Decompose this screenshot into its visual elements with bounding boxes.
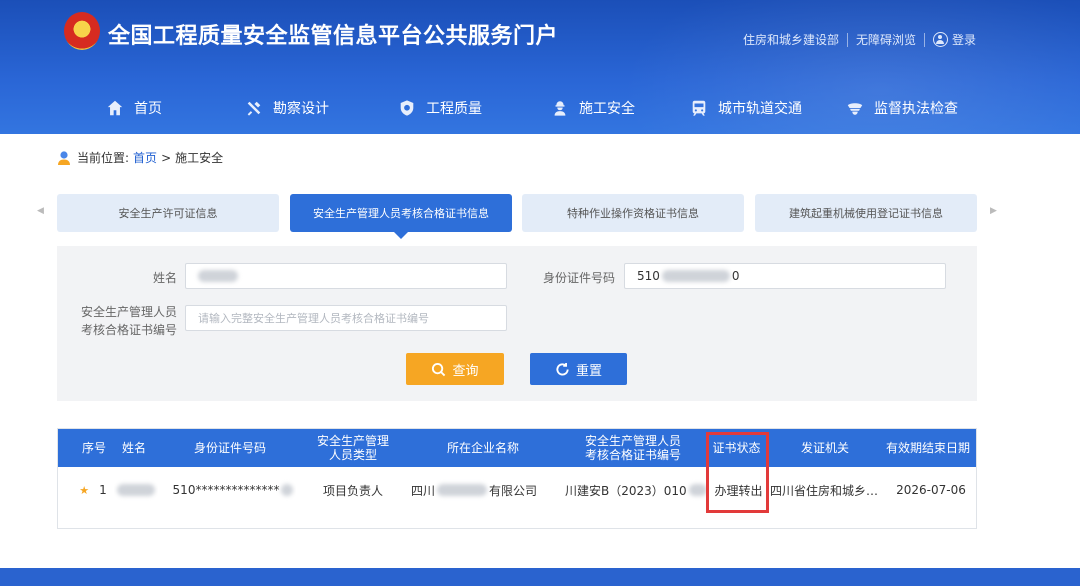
search-panel: 姓名 身份证件号码 510 0 安全生产管理人员 考核合格证书编号 请输入完整安… xyxy=(57,246,977,401)
location-user-icon xyxy=(58,150,70,165)
site-title[interactable]: 全国工程质量安全监管信息平台公共服务门户 xyxy=(108,18,558,50)
row-cert-number-cell: 川建安B（2023）010 xyxy=(563,467,708,513)
col-name: 姓名 xyxy=(121,441,146,455)
row-index-cell: ★ 1 xyxy=(79,483,107,497)
row-name-cell xyxy=(114,467,158,513)
redacted-id xyxy=(661,270,730,282)
results-table: 序号 姓名 身份证件号码 安全生产管理 人员类型 所在企业名称 安全生产管理人员… xyxy=(57,428,977,529)
tab-prev-arrow-icon[interactable]: ◀ xyxy=(37,206,44,216)
nav-label: 首页 xyxy=(134,101,162,117)
main-nav: 首页 勘察设计 工程质量 施工安全 城市轨道交通 监督执法检查 xyxy=(0,92,1080,126)
col-cert-number: 安全生产管理人员 考核合格证书编号 xyxy=(584,434,681,462)
col-index: 序号 xyxy=(81,441,106,455)
tab-next-arrow-icon[interactable]: ▶ xyxy=(990,206,997,216)
site-header: ★ 全国工程质量安全监管信息平台公共服务门户 住房和城乡建设部 无障碍浏览 登录… xyxy=(0,0,1080,134)
col-company: 所在企业名称 xyxy=(446,441,519,455)
col-issuer: 发证机关 xyxy=(800,441,849,455)
reset-button[interactable]: 重置 xyxy=(530,353,627,385)
redacted-name xyxy=(117,484,155,496)
breadcrumb-home-link[interactable]: 首页 xyxy=(133,149,157,166)
top-links: 住房和城乡建设部 无障碍浏览 登录 xyxy=(743,31,976,48)
divider xyxy=(846,32,848,47)
cert-number-placeholder: 请输入完整安全生产管理人员考核合格证书编号 xyxy=(198,312,429,325)
row-expiry-cell: 2026-07-06 xyxy=(896,483,966,497)
breadcrumb-current: 施工安全 xyxy=(175,151,224,165)
refresh-icon xyxy=(556,362,569,375)
worker-icon xyxy=(554,101,566,116)
tab-crane-registration-cert[interactable]: 建筑起重机械使用登记证书信息 xyxy=(755,194,977,232)
accessibility-link[interactable]: 无障碍浏览 xyxy=(856,31,916,48)
search-icon xyxy=(432,362,446,376)
redacted-name xyxy=(198,270,238,282)
id-number-prefix: 510 xyxy=(637,269,660,283)
shield-icon xyxy=(400,100,414,116)
user-icon xyxy=(932,32,948,47)
id-number-suffix: 0 xyxy=(731,269,740,283)
footer-bar xyxy=(0,568,1080,586)
nav-label: 勘察设计 xyxy=(273,101,329,117)
nav-item-construction-safety[interactable]: 施工安全 xyxy=(551,98,635,118)
redacted-cert xyxy=(688,484,707,496)
login-button[interactable]: 登录 xyxy=(932,31,976,48)
nav-label: 工程质量 xyxy=(426,101,482,117)
nav-label: 监督执法检查 xyxy=(874,101,958,117)
tab-safety-license[interactable]: 安全生产许可证信息 xyxy=(57,194,279,232)
nav-item-survey-design[interactable]: 勘察设计 xyxy=(245,98,329,118)
nav-item-home[interactable]: 首页 xyxy=(106,98,162,118)
nav-item-inspection[interactable]: 监督执法检查 xyxy=(846,98,958,118)
nav-label: 城市轨道交通 xyxy=(718,101,802,117)
police-cap-icon xyxy=(847,103,863,115)
table-header: 序号 姓名 身份证件号码 安全生产管理 人员类型 所在企业名称 安全生产管理人员… xyxy=(58,429,976,467)
breadcrumb: 当前位置: 首页 > 施工安全 xyxy=(57,149,223,166)
train-icon xyxy=(692,100,706,116)
row-company-cell: 四川 有限公司 xyxy=(410,483,538,498)
tab-special-operation-cert[interactable]: 特种作业操作资格证书信息 xyxy=(522,194,744,232)
col-expiry: 有效期结束日期 xyxy=(885,441,970,455)
cert-number-label: 安全生产管理人员 考核合格证书编号 xyxy=(80,305,177,337)
row-person-type-cell: 项目负责人 xyxy=(322,483,383,498)
national-emblem-icon: ★ xyxy=(64,12,100,50)
row-id-cell: 510************** xyxy=(170,467,296,513)
query-button[interactable]: 查询 xyxy=(406,353,504,385)
redacted-company xyxy=(437,484,487,496)
name-label: 姓名 xyxy=(152,271,177,285)
divider xyxy=(923,32,925,47)
status-highlight-box xyxy=(706,432,769,513)
breadcrumb-prefix: 当前位置: xyxy=(77,151,130,165)
tools-icon xyxy=(247,101,261,116)
nav-item-quality[interactable]: 工程质量 xyxy=(398,98,482,118)
redacted-id xyxy=(281,484,294,496)
col-person-type: 安全生产管理 人员类型 xyxy=(316,434,389,462)
mohurd-link[interactable]: 住房和城乡建设部 xyxy=(743,31,839,48)
name-input[interactable] xyxy=(185,263,507,289)
id-number-label: 身份证件号码 xyxy=(542,271,615,285)
login-label: 登录 xyxy=(951,33,976,47)
nav-label: 施工安全 xyxy=(579,101,635,117)
home-icon xyxy=(107,100,123,116)
id-number-input[interactable]: 510 0 xyxy=(624,263,946,289)
star-icon[interactable]: ★ xyxy=(79,484,89,497)
cert-number-input[interactable]: 请输入完整安全生产管理人员考核合格证书编号 xyxy=(185,305,507,331)
breadcrumb-separator: > xyxy=(161,150,172,165)
nav-item-rail-transit[interactable]: 城市轨道交通 xyxy=(690,98,802,118)
col-id-number: 身份证件号码 xyxy=(193,441,266,455)
row-issuer-cell: 四川省住房和城乡… xyxy=(769,483,878,498)
tab-safety-manager-cert[interactable]: 安全生产管理人员考核合格证书信息 xyxy=(290,194,512,239)
